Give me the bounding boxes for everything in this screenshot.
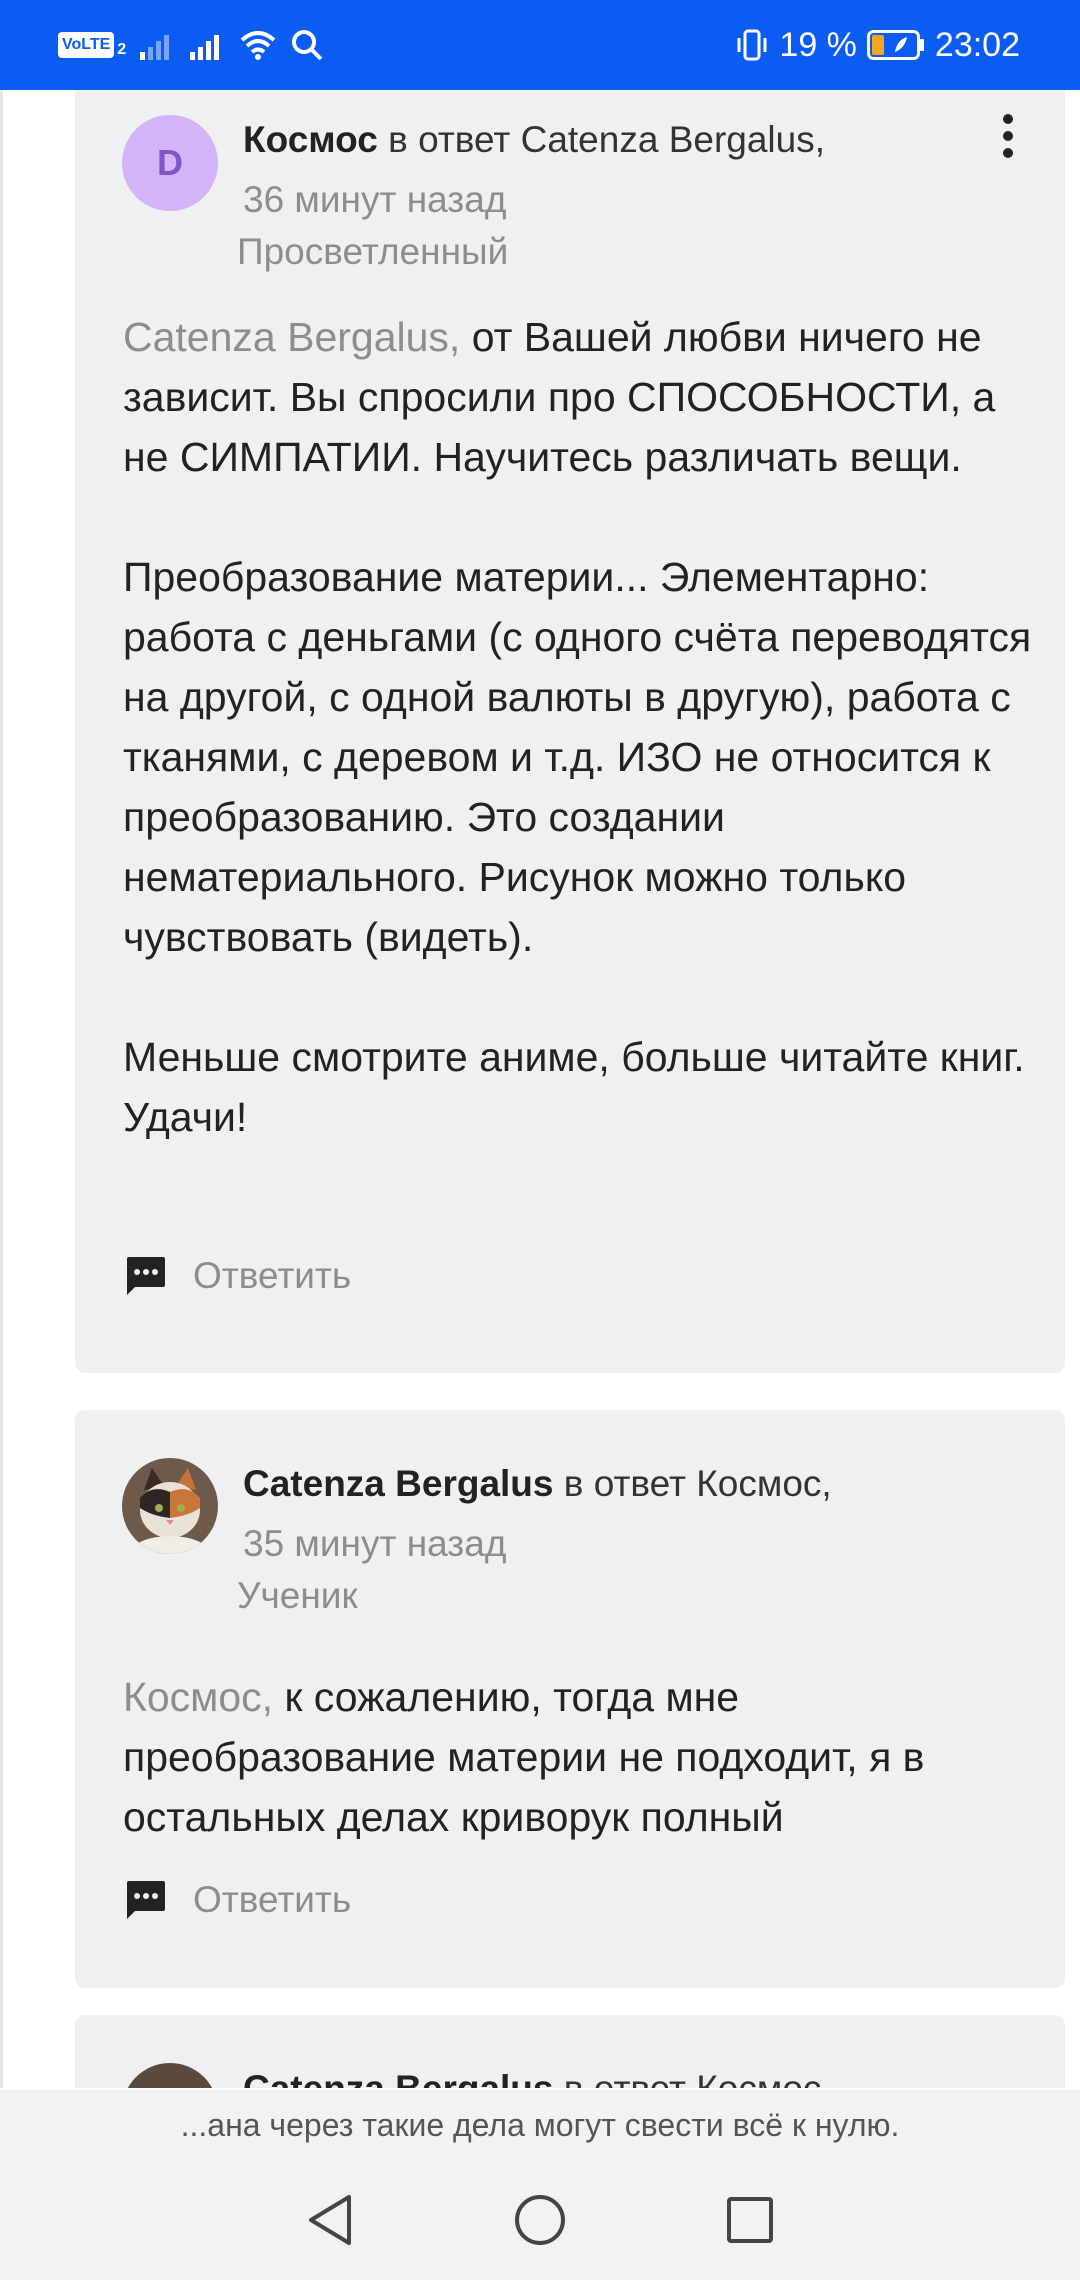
- reply-prefix: в ответ: [377, 119, 521, 160]
- reply-prefix: в ответ: [554, 2068, 697, 2088]
- signal-strong-icon: [190, 35, 220, 60]
- vibrate-icon: [737, 29, 767, 61]
- status-bar: VoLTE 2 19 % 23:02: [0, 0, 1080, 90]
- comment-paragraph: Меньше смотрите аниме, больше читайте кн…: [123, 1034, 1025, 1140]
- timestamp: 36 минут назад: [243, 179, 507, 220]
- reply-prefix: в ответ: [553, 1463, 697, 1504]
- clock: 23:02: [934, 25, 1020, 64]
- mention-link[interactable]: Космос,: [123, 1674, 273, 1720]
- home-icon[interactable]: [513, 2193, 567, 2247]
- signal-weak-icon: [140, 35, 170, 60]
- avatar-letter: D: [157, 142, 183, 183]
- avatar[interactable]: [122, 1458, 218, 1554]
- back-icon[interactable]: [305, 2193, 355, 2247]
- comment-icon: [127, 1881, 165, 1919]
- battery-icon: [866, 30, 925, 60]
- avatar[interactable]: [122, 2063, 218, 2088]
- author-link[interactable]: Космос: [243, 119, 378, 160]
- comment-card: Catenza Bergalus в ответ Космос, 35 мину…: [75, 1410, 1065, 1988]
- search-icon: [292, 30, 323, 61]
- divider: [0, 90, 3, 2088]
- volte-label: VoLTE: [58, 32, 115, 58]
- notification-toast: ...ана через такие дела могут свести всё…: [0, 2090, 1080, 2160]
- user-rank: Ученик: [237, 1575, 358, 1616]
- timestamp: 35 минут назад: [243, 1523, 507, 1564]
- mention-link[interactable]: Catenza Bergalus,: [123, 314, 460, 360]
- toast-text: ...ана через такие дела могут свести всё…: [180, 2106, 900, 2143]
- comment-paragraph: Преобразование материи... Элементарно: р…: [123, 554, 1032, 960]
- reply-button[interactable]: Ответить: [123, 1879, 351, 1921]
- separator: ,: [821, 1463, 832, 1504]
- comment-card: Catenza Bergalus в ответ Космос: [75, 2015, 1065, 2088]
- reply-to-link[interactable]: Catenza Bergalus: [521, 119, 815, 160]
- reply-button[interactable]: Ответить: [123, 1255, 351, 1297]
- comment-paragraph: Космос, к сожалению, тогда мне преобразо…: [123, 1667, 1043, 1847]
- reply-label: Ответить: [193, 1255, 352, 1296]
- status-right: 19 % 23:02: [735, 0, 1020, 90]
- comment-header: Catenza Bergalus в ответ Космос, 35 мину…: [243, 1454, 963, 1574]
- sim-number: 2: [117, 41, 127, 58]
- wifi-icon: [240, 31, 276, 60]
- comment-header: Catenza Bergalus в ответ Космос: [243, 2059, 963, 2088]
- reply-to-link[interactable]: Космос: [696, 2068, 821, 2088]
- comments-feed[interactable]: D Космос в ответ Catenza Bergalus, 36 ми…: [0, 90, 1080, 2088]
- user-rank: Просветленный: [237, 231, 509, 272]
- status-left: VoLTE 2: [58, 0, 324, 90]
- comment-icon: [127, 1257, 165, 1295]
- comment-header: Космос в ответ Catenza Bergalus, 36 мину…: [243, 110, 963, 230]
- reply-to-link[interactable]: Космос: [696, 1463, 821, 1504]
- more-options-icon[interactable]: [1001, 114, 1015, 158]
- author-link[interactable]: Catenza Bergalus: [243, 1463, 554, 1504]
- separator: ,: [814, 119, 826, 160]
- volte-icon: VoLTE 2: [58, 31, 126, 59]
- avatar[interactable]: D: [122, 115, 218, 211]
- navigation-bar: [0, 2160, 1080, 2280]
- cat-photo-icon: [122, 1458, 218, 1554]
- reply-label: Ответить: [193, 1879, 352, 1920]
- author-link[interactable]: Catenza Bergalus: [243, 2068, 554, 2088]
- comment-paragraph: Catenza Bergalus, от Вашей любви ничего …: [123, 307, 1043, 487]
- comment-text: Космос, к сожалению, тогда мне преобразо…: [123, 1667, 1043, 1847]
- comment-card: D Космос в ответ Catenza Bergalus, 36 ми…: [75, 90, 1065, 1373]
- battery-percent: 19 %: [779, 25, 857, 64]
- comment-text: Catenza Bergalus, от Вашей любви ничего …: [123, 307, 1043, 1147]
- recents-icon[interactable]: [725, 2195, 775, 2245]
